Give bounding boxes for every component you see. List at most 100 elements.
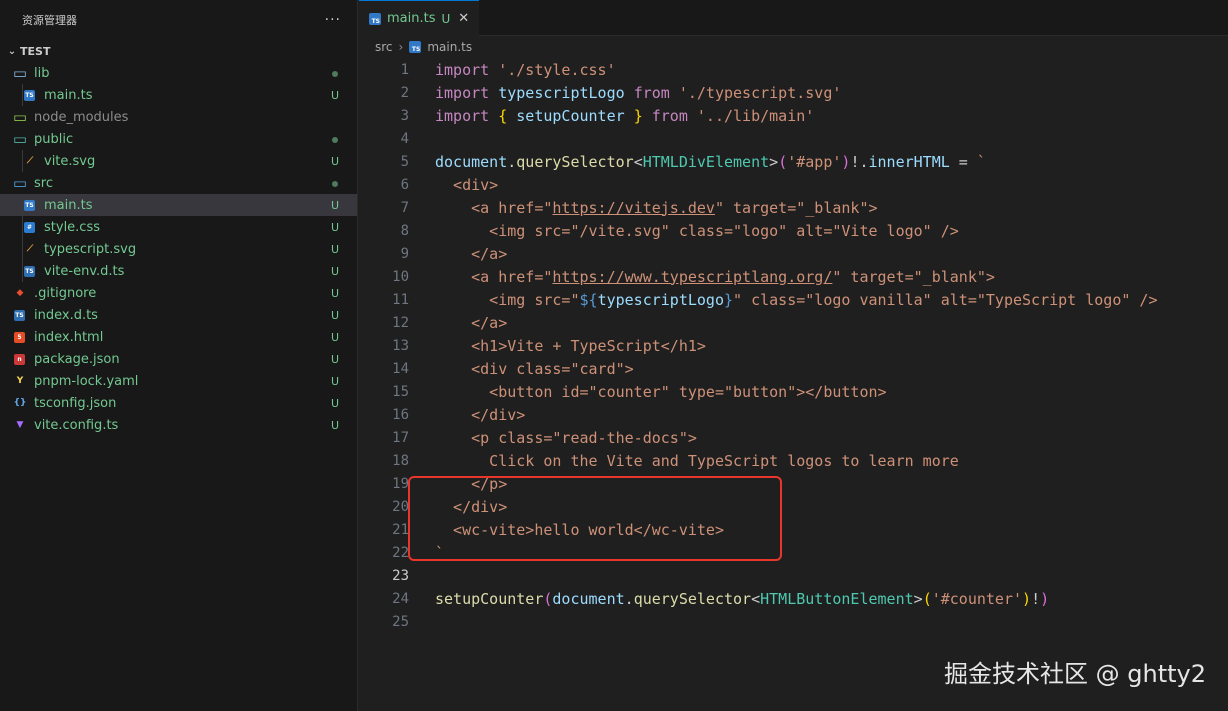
code-token: ` [976,152,986,171]
tab-git-status: U [441,11,451,26]
code-line: 24 setupCounter(document. querySelector < HT… [359,587,1228,610]
code-token: . [624,589,634,608]
file-tree-item[interactable]: ⟋ vite.svg U [0,150,357,172]
code-token: import [435,83,490,102]
line-number: 13 [392,337,409,354]
code-token: " class="logo vanilla" alt="TypeScript l… [733,290,1158,309]
git-status-badge: U [330,264,340,278]
breadcrumb-file[interactable]: main.ts [427,40,472,54]
code-line: 17 <p class="read-the-docs"> [359,426,1228,449]
file-tree-item[interactable]: Ypnpm-lock.yaml U [0,370,357,392]
file-tree-label: style.css [44,219,100,235]
workspace-name: TEST [20,44,51,58]
code-line: 1 import './style.css' [359,58,1228,81]
file-tree-item[interactable]: ▭ lib [0,62,357,84]
line-number: 3 [400,107,409,124]
file-tree-item[interactable]: ⟋ typescript.svg U [0,238,357,260]
explorer-title-row: 资源管理器 ··· [0,0,357,40]
chevron-down-icon: ⌄ [7,45,17,57]
code-token: ! [1031,589,1041,608]
code-token: document [552,589,625,608]
code-token: ( [922,589,932,608]
code-token: './typescript.svg' [678,83,842,102]
line-number: 5 [400,153,409,170]
watermark: 掘金技术社区 @ ghtty2 [944,660,1206,688]
folder-icon: ▭ [12,64,28,82]
line-number: 2 [400,84,409,101]
modified-dot-icon [329,67,341,80]
code-token: <img src=" [435,290,580,309]
indent-guide [22,238,23,260]
git-icon: ◆ [16,288,24,298]
code-token: HTMLDivElement [642,152,770,171]
ts-file-icon: TS [409,41,422,53]
code-token: typescriptLogo [597,290,724,309]
code-line: 25 [359,610,1228,633]
file-tree-item[interactable]: ▭ node_modules [0,106,357,128]
folder-src-icon: ▭ [12,174,28,192]
modified-dot-icon [329,177,341,190]
css-file-icon: # [24,221,35,233]
file-tree: ▭ lib TS main.ts U ▭ node_modules ▭ public ⟋ vite.… [0,62,357,436]
git-status-badge: U [330,220,340,234]
indent-guide [22,194,23,216]
code-token: typescriptLogo [498,83,625,102]
json-icon: {} [13,398,27,408]
file-tree-item[interactable]: 5 index.html U [0,326,357,348]
more-actions-icon[interactable]: ··· [325,12,341,28]
close-icon[interactable]: ✕ [458,11,469,26]
file-tree-label: main.ts [44,197,93,213]
code-line: 12 </a> [359,311,1228,334]
code-line: 9 </a> [359,242,1228,265]
code-token: . [507,152,517,171]
git-status-badge: U [330,198,340,212]
file-tree-item[interactable]: TS index.d.ts U [0,304,357,326]
code-line: 16 </div> [359,403,1228,426]
line-number: 12 [392,314,409,331]
editor-area: TS main.ts U ✕ src › TS main.ts 1 import … [359,0,1228,711]
tab-main-ts[interactable]: TS main.ts U ✕ [359,0,480,36]
file-tree-item[interactable]: ▭ public [0,128,357,150]
dts-file-icon: TS [14,309,25,321]
file-tree-label: src [34,175,53,191]
folder-public-icon: ▭ [12,130,28,148]
code-token: Click on the Vite and TypeScript logos t… [435,451,959,470]
code-token: { [498,106,508,125]
code-line: 2 import typescriptLogo from './typescrip… [359,81,1228,104]
file-tree-item[interactable]: TS vite-env.d.ts U [0,260,357,282]
file-tree-item[interactable]: ▭ src [0,172,357,194]
line-number: 20 [392,498,409,515]
line-number: 15 [392,383,409,400]
git-status-badge: U [330,154,340,168]
workspace-section-header[interactable]: ⌄ TEST [0,40,357,62]
code-line: 13 <h1>Vite + TypeScript</h1> [359,334,1228,357]
file-tree-item[interactable]: TS main.ts U [0,194,357,216]
code-token: ) [1022,589,1032,608]
code-token: document [435,152,508,171]
code-token: </div> [435,405,526,424]
ts-file-icon: TS [369,12,381,25]
code-token: " target="_blank"> [714,198,878,217]
file-tree-label: vite-env.d.ts [44,263,125,279]
file-tree-item[interactable]: # style.css U [0,216,357,238]
file-tree-item[interactable]: ◆ .gitignore U [0,282,357,304]
code-token: ( [543,589,553,608]
npm-icon: n [14,353,25,365]
explorer-title: 资源管理器 [22,14,77,27]
file-tree-item[interactable]: TS main.ts U [0,84,357,106]
file-tree-label: package.json [34,351,120,367]
file-tree-label: public [34,131,74,147]
line-number: 11 [392,291,409,308]
line-number: 23 [392,567,409,584]
file-tree-item[interactable]: ▼ vite.config.ts U [0,414,357,436]
file-tree-item[interactable]: n package.json U [0,348,357,370]
line-number: 6 [400,176,409,193]
code-token: <a href=" [435,267,553,286]
file-tree-item[interactable]: {} tsconfig.json U [0,392,357,414]
file-tree-label: tsconfig.json [34,395,117,411]
breadcrumb-folder[interactable]: src [375,40,393,54]
line-number: 14 [392,360,409,377]
